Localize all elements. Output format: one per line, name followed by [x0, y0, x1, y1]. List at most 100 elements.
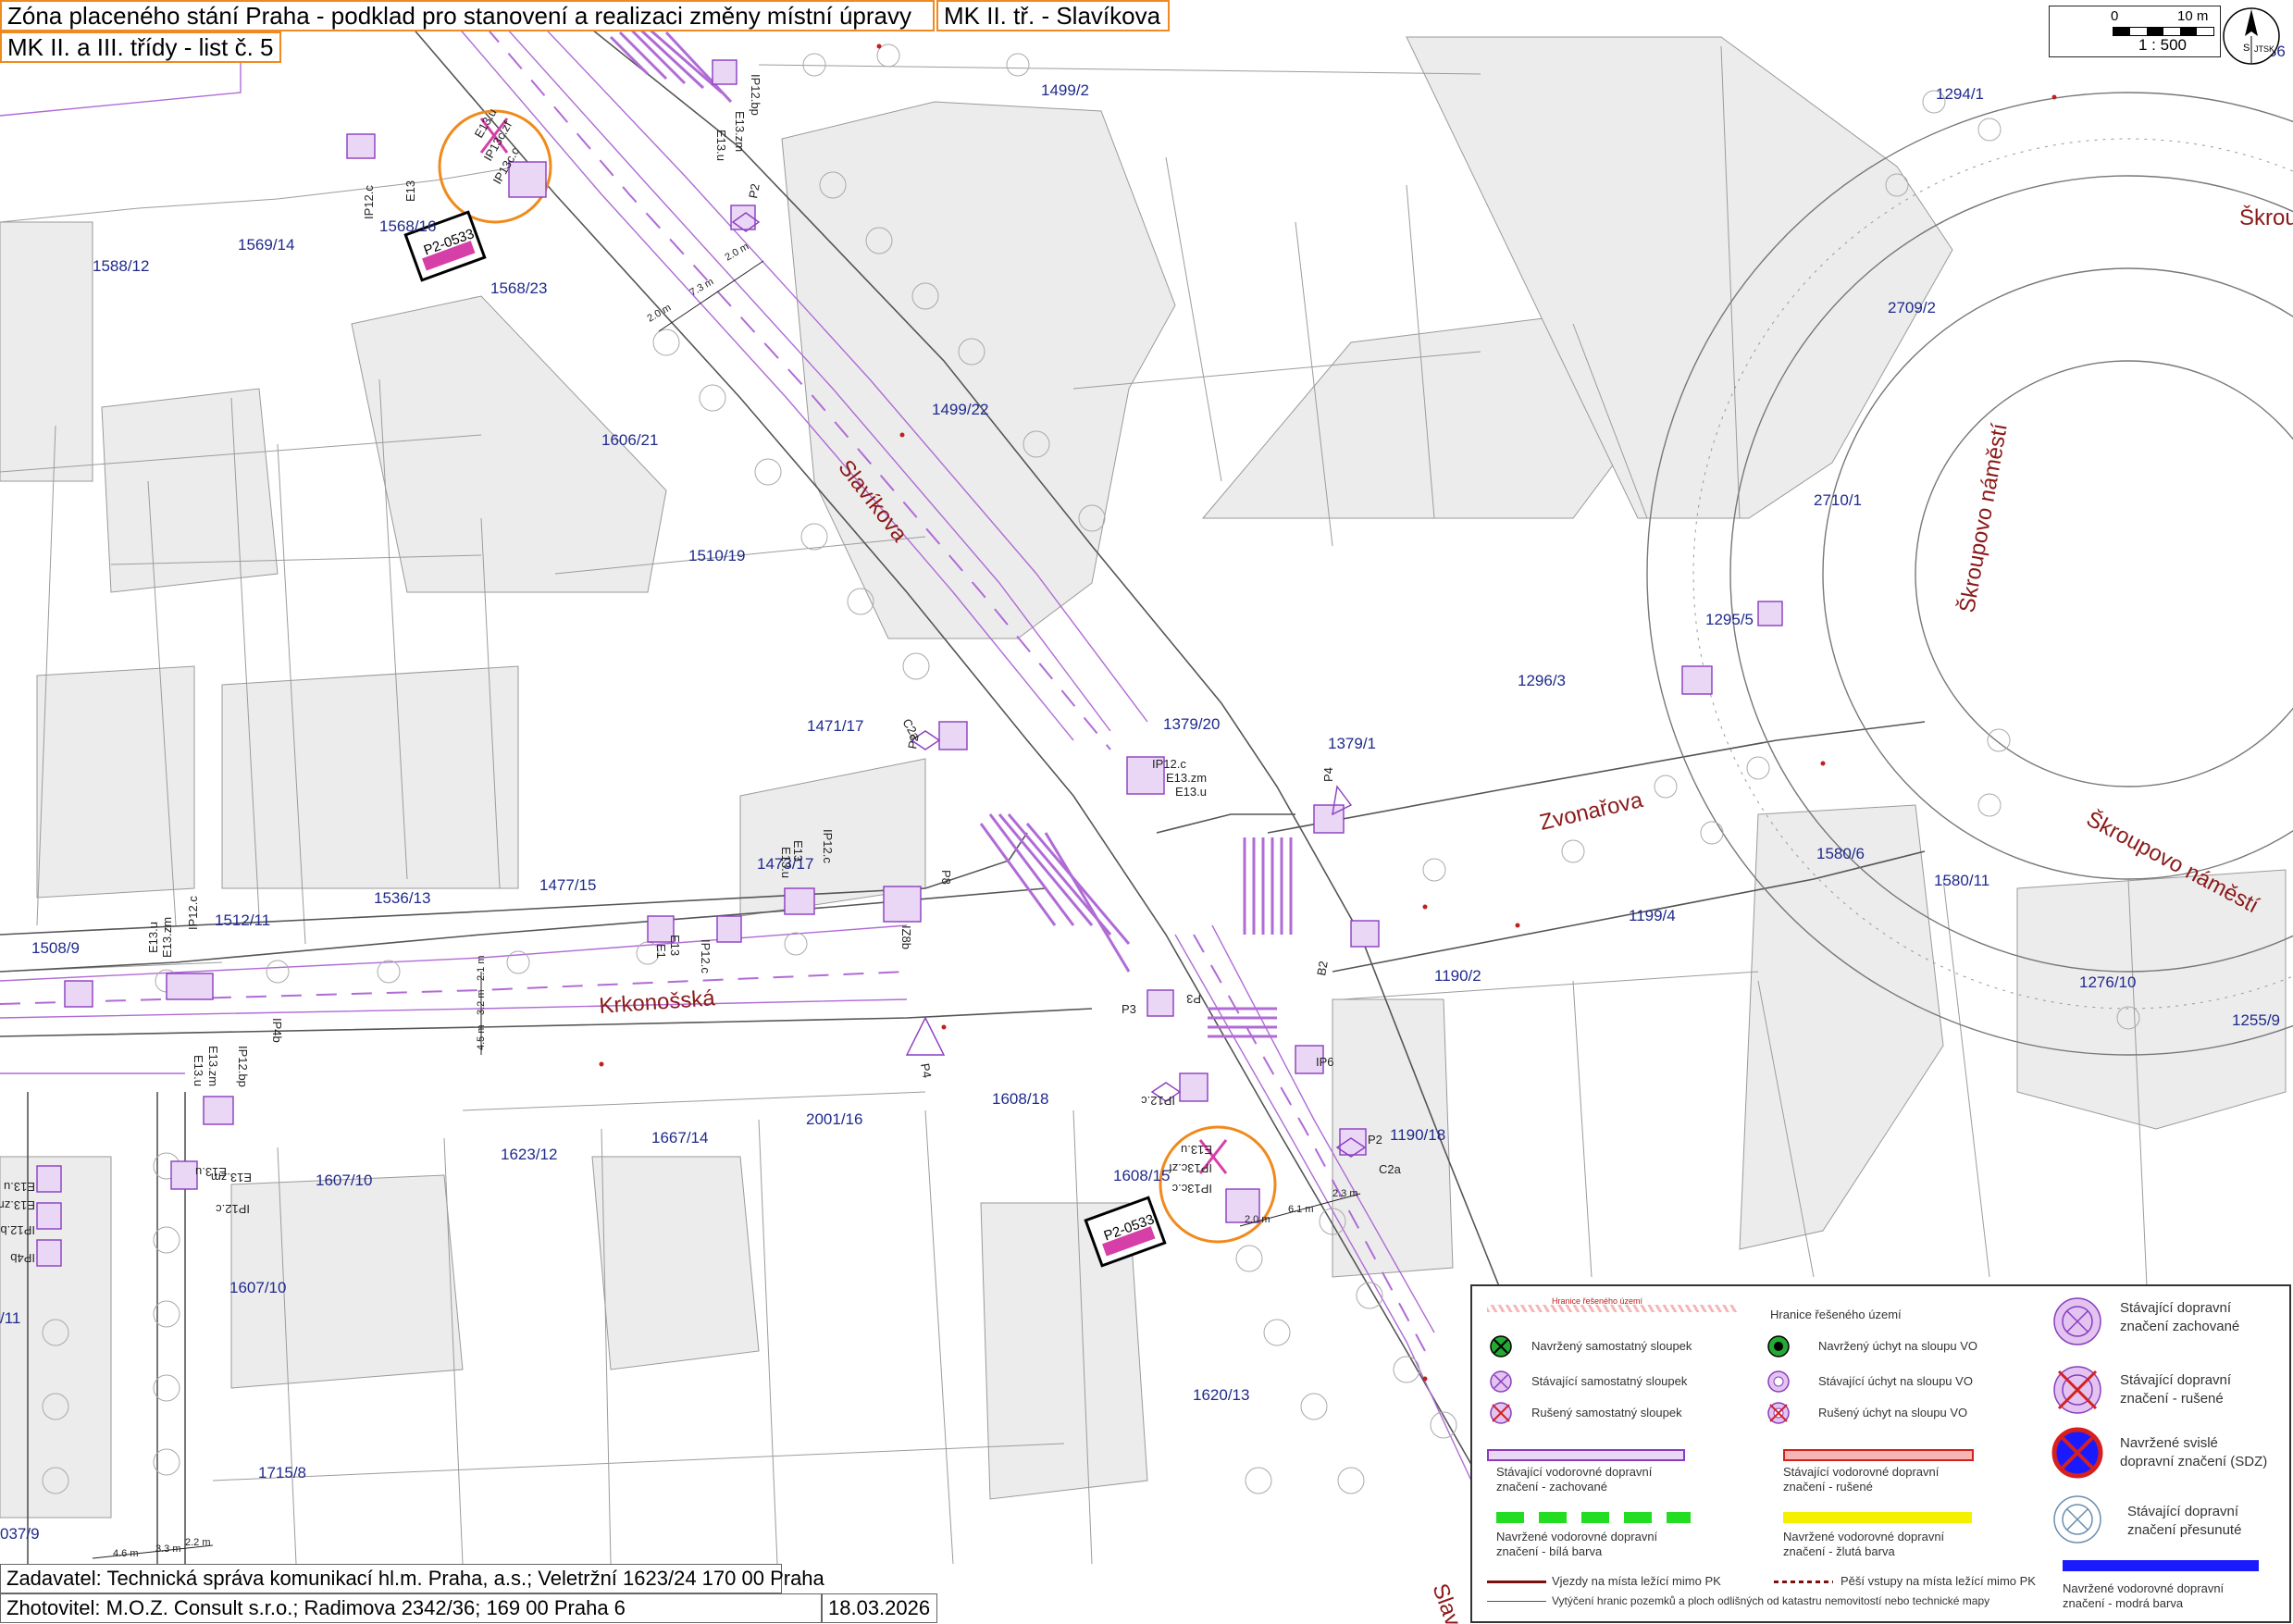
sign-label: IP12.c: [699, 939, 713, 973]
parcel-label: 1379/1: [1328, 735, 1376, 752]
parcel-label: 1508/9: [31, 939, 80, 957]
scale-bar-graphic: [2113, 27, 2214, 36]
contractor-label: Zhotovitel: M.O.Z. Consult s.r.o.; Radim…: [0, 1593, 822, 1623]
sign-label: IP12.bp: [749, 74, 762, 116]
legend-new-vo: Navržený úchyt na sloupu VO: [1818, 1339, 1977, 1353]
legend-cancelled-vo: Rušený úchyt na sloupu VO: [1818, 1406, 1968, 1419]
dim-label: 3.2 m: [476, 989, 487, 1015]
parcel-label: 1580/6: [1816, 845, 1865, 862]
sign-label: C2a: [1379, 1162, 1402, 1176]
sign-label: E13.u: [4, 1180, 35, 1194]
sign-label: IZ8b: [899, 925, 913, 949]
sign-label: IP13c.c: [1171, 1182, 1212, 1196]
legend-hz-yellow-2: značení - žlutá barva: [1783, 1544, 1895, 1558]
parcel-label: 1471/17: [807, 717, 863, 735]
sign-label: E13.zm: [0, 1198, 35, 1212]
legend-hz-blue-1: Navržené vodorovné dopravní: [2063, 1581, 2225, 1595]
hz-white-swatch: [1496, 1512, 1691, 1523]
parcel-label: 1608/15: [1113, 1167, 1170, 1184]
scale-right-label: 10 m: [2177, 8, 2209, 24]
parcel-label: 1379/20: [1163, 715, 1220, 733]
sign-label: E13.u: [1181, 1143, 1212, 1157]
dim-label: 3.3 m: [155, 1543, 181, 1555]
dim-label: 6.1 m: [1288, 1204, 1314, 1215]
parcel-label: 1568/23: [490, 279, 547, 297]
sign-label: P2: [746, 182, 762, 199]
sign-label: E13.zm: [206, 1046, 220, 1086]
sign-label: IP13c.zf: [1169, 1161, 1212, 1175]
parcel-label: 1580/11: [1934, 872, 1989, 889]
parcel-label: /11: [0, 1309, 20, 1327]
legend-sign-kept-1: Stávající dopravní: [2120, 1300, 2232, 1316]
parcel-label: 1536/13: [374, 889, 430, 907]
legend-existing-post: Stávající samostatný sloupek: [1531, 1374, 1688, 1388]
legend-entry: Vjezdy na místa ležící mimo PK: [1552, 1574, 1721, 1588]
north-arrow: S JTSK: [2221, 6, 2282, 67]
legend-sign-kept-2: značení zachované: [2120, 1319, 2240, 1334]
parcel-label: 1499/2: [1041, 81, 1089, 99]
sign-label: IP12.c: [1141, 1094, 1175, 1108]
cadastre-line-symbol: [1487, 1601, 1546, 1602]
sign-label: E13.zm: [211, 1171, 252, 1184]
dim-label: 4.5 m: [476, 1024, 487, 1050]
sheet-label: MK II. a III. třídy - list č. 5: [0, 31, 281, 63]
dim-label: 2.1 m: [476, 955, 487, 981]
parcel-label: 1295/5: [1705, 611, 1754, 628]
sign-label: IP12.c: [186, 896, 200, 930]
sign-label: IP4b: [270, 1018, 284, 1043]
sign-label: P8: [939, 870, 953, 885]
hz-yellow-swatch: [1783, 1512, 1972, 1523]
parcel-label: 1294/1: [1936, 85, 1984, 103]
legend-sign-cancelled-2: značení - rušené: [2120, 1391, 2224, 1407]
parcel-label: 1715/8: [258, 1464, 306, 1481]
legend-sign-new-2: dopravní značení (SDZ): [2120, 1454, 2268, 1469]
parcel-label: 1190/18: [1390, 1126, 1445, 1144]
sign-label: IP12.c: [821, 829, 835, 863]
dim-label: 2.2 m: [185, 1537, 211, 1548]
parcel-label: 1667/14: [651, 1129, 708, 1147]
legend-sign-new-1: Navržené svislé: [2120, 1435, 2218, 1451]
legend-hz-blue-2: značení - modrá barva: [2063, 1596, 2184, 1610]
parcel-label: 1276/10: [2079, 973, 2136, 991]
drawing-title: Zóna placeného stání Praha - podklad pro…: [0, 0, 935, 31]
sign-label: E1: [654, 944, 668, 959]
sign-label: IP6: [1316, 1055, 1334, 1069]
parcel-label: 1608/18: [992, 1090, 1048, 1108]
sign-label: E13.u: [146, 922, 160, 953]
sign-label: IP12.c: [362, 185, 376, 219]
sign-label: P2: [905, 733, 922, 750]
legend-sign-cancelled-1: Stávající dopravní: [2120, 1372, 2232, 1388]
legend-cancelled-post: Rušený samostatný sloupek: [1531, 1406, 1682, 1419]
legend-existing-vo: Stávající úchyt na sloupu VO: [1818, 1374, 1973, 1388]
sign-label: P4: [1321, 767, 1335, 782]
sign-label: E13.zm: [1166, 771, 1207, 785]
legend-panel: Hranice řešeného území Hranice řešeného …: [1470, 1284, 2291, 1623]
sign-label: E13.u: [1175, 785, 1207, 799]
parcel-label: 1588/12: [93, 257, 149, 275]
existing-vo-icon: [1767, 1370, 1790, 1393]
parcel-label: 1510/19: [688, 547, 745, 564]
sign-label: E13: [668, 935, 682, 956]
dim-label: 4.6 m: [113, 1548, 139, 1559]
legend-hz-white-2: značení - bílá barva: [1496, 1544, 1603, 1558]
parcel-label: 1477/15: [539, 876, 596, 894]
hz-kept-swatch: [1487, 1449, 1685, 1461]
parcel-label: 1569/14: [238, 236, 294, 254]
legend-hz-white-1: Navržené vodorovné dopravní: [1496, 1530, 1658, 1543]
existing-post-icon: [1490, 1370, 1512, 1393]
scale-left-label: 0: [2111, 8, 2119, 24]
legend-hz-cancelled-1: Stávající vodorovné dopravní: [1783, 1465, 1940, 1479]
sign-label: IP12.bp: [236, 1046, 250, 1087]
parcel-label: 1568/16: [379, 217, 436, 235]
sign-moved-icon: [2053, 1495, 2101, 1543]
parcel-label: 1499/22: [932, 401, 988, 418]
legend-sign-moved-1: Stávající dopravní: [2127, 1504, 2239, 1519]
parcel-label: 1296/3: [1518, 672, 1566, 689]
north-letter: S: [2243, 43, 2250, 54]
parcel-label: 1255/9: [2232, 1011, 2280, 1029]
sign-label: P3: [1122, 1002, 1136, 1016]
legend-hz-kept-2: značení - zachované: [1496, 1480, 1607, 1494]
legend-boundary: Hranice řešeného území: [1770, 1308, 1902, 1321]
parcel-label: 1199/4: [1629, 907, 1676, 924]
cancelled-vo-icon: [1767, 1402, 1790, 1424]
